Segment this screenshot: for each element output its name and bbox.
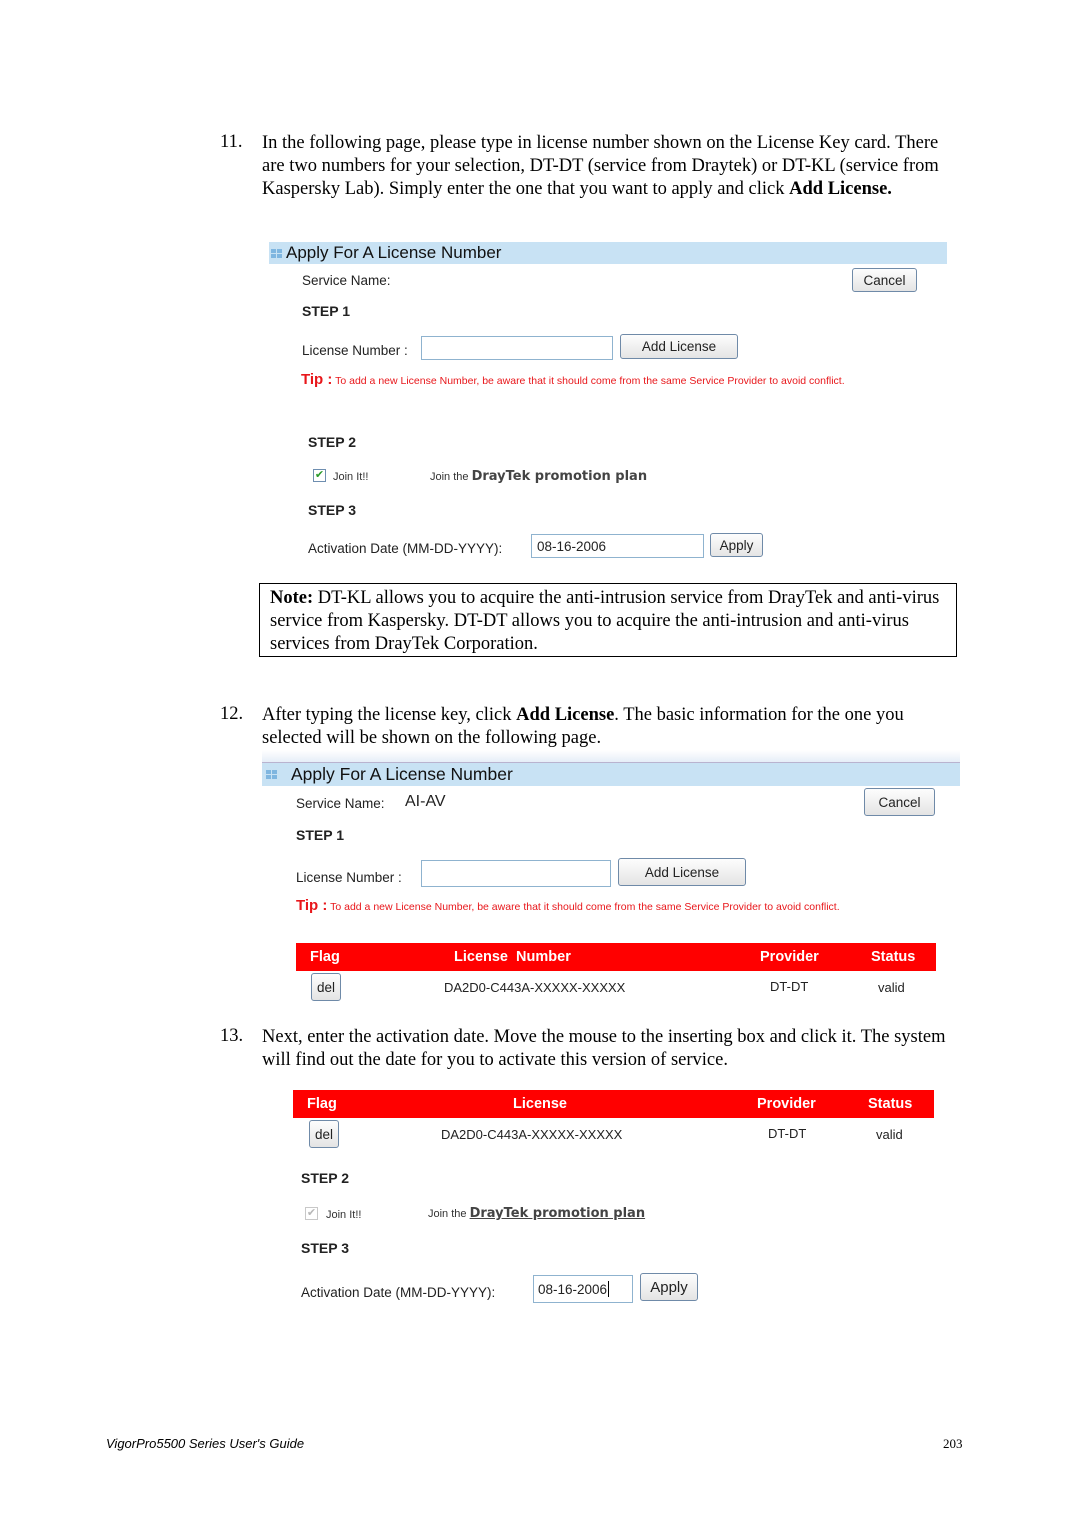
apply-button-1[interactable]: Apply <box>710 533 763 557</box>
col-flag-3: Flag <box>307 1096 337 1112</box>
step-number-12: 12. <box>220 704 244 724</box>
step-number-13: 13. <box>220 1026 244 1046</box>
activation-date-label-3: Activation Date (MM-DD-YYYY): <box>301 1285 496 1300</box>
cancel-button-2[interactable]: Cancel <box>864 788 935 816</box>
step3-heading-1: STEP 3 <box>308 502 356 518</box>
tip-label-2: Tip : <box>296 897 328 914</box>
panel-header-1: Apply For A License Number <box>269 242 947 264</box>
activation-date-label-1: Activation Date (MM-DD-YYYY): <box>308 541 503 556</box>
join-label-1: Join It!! <box>333 471 369 483</box>
tip-body-2: To add a new License Number, be aware th… <box>327 901 840 913</box>
join-the-label-1: Join the <box>430 471 469 483</box>
step-number-11: 11. <box>220 132 243 152</box>
tip-text-1: Tip : To add a new License Number, be aw… <box>301 372 921 389</box>
join-label-3: Join It!! <box>326 1209 362 1221</box>
step1-heading-1: STEP 1 <box>302 303 350 319</box>
join-promo-1: Join the DrayTek promotion plan <box>430 469 647 484</box>
footer-guide-title: VigorPro5500 Series User's Guide <box>106 1436 305 1451</box>
license-table-header-2: Flag License Number Provider Status <box>296 943 936 971</box>
join-promo-3: Join the DrayTek promotion plan <box>428 1206 645 1221</box>
col-status-3: Status <box>868 1096 913 1112</box>
join-checkbox-1[interactable]: ✔ <box>313 469 326 482</box>
promo-plan-link-3[interactable]: DrayTek promotion plan <box>470 1206 645 1221</box>
step-12-bold: Add License <box>516 705 615 725</box>
license-cell-2: DA2D0-C443A-XXXXX-XXXXX <box>444 980 626 995</box>
del-button-3[interactable]: del <box>309 1120 339 1148</box>
license-number-label-2: License Number : <box>296 870 402 885</box>
note-label: Note: <box>270 588 314 608</box>
step-11-bold: Add License. <box>789 179 892 199</box>
col-flag-2: Flag <box>310 949 340 965</box>
note-text: DT-KL allows you to acquire the anti-int… <box>270 588 940 654</box>
status-cell-3: valid <box>876 1127 903 1142</box>
col-license-2: License Number <box>454 949 571 965</box>
cancel-button-1[interactable]: Cancel <box>852 268 917 292</box>
grid-icon <box>271 248 282 258</box>
license-table-header-3: Flag License Provider Status <box>293 1090 934 1118</box>
panel-header-2: Apply For A License Number <box>262 763 960 786</box>
license-cell-3: DA2D0-C443A-XXXXX-XXXXX <box>441 1127 623 1142</box>
add-license-button-1[interactable]: Add License <box>620 334 738 359</box>
join-checkbox-3[interactable]: ✔ <box>305 1207 318 1220</box>
add-license-button-2[interactable]: Add License <box>618 858 746 886</box>
checkmark-icon: ✔ <box>306 1207 317 1219</box>
tip-body-1: To add a new License Number, be aware th… <box>332 375 845 387</box>
checkmark-icon: ✔ <box>314 469 325 481</box>
col-license-3: License <box>513 1096 567 1112</box>
grid-icon <box>266 770 277 779</box>
panel-title-2: Apply For A License Number <box>291 764 513 784</box>
activation-date-value-3: 08-16-2006 <box>538 1281 608 1297</box>
tip-label-1: Tip : <box>301 371 333 388</box>
step2-heading-1: STEP 2 <box>308 434 356 450</box>
step-12-text: After typing the license key, click Add … <box>262 704 962 750</box>
step-13-text: Next, enter the activation date. Move th… <box>262 1027 946 1070</box>
step2-heading-3: STEP 2 <box>301 1170 349 1186</box>
join-the-label-3: Join the <box>428 1208 467 1220</box>
activation-date-input-1[interactable]: 08-16-2006 <box>531 534 704 558</box>
note-box: Note: DT-KL allows you to acquire the an… <box>259 583 957 657</box>
license-number-label-1: License Number : <box>302 343 408 358</box>
tip-text-2: Tip : To add a new License Number, be aw… <box>296 898 936 915</box>
activation-date-input-3[interactable]: 08-16-2006 <box>533 1275 633 1303</box>
provider-cell-2: DT-DT <box>770 979 809 994</box>
status-cell-2: valid <box>878 980 905 995</box>
step1-heading-2: STEP 1 <box>296 827 344 843</box>
step-12-body-1: After typing the license key, click <box>262 705 517 725</box>
text-cursor <box>608 1281 610 1297</box>
col-provider-2: Provider <box>760 949 819 965</box>
step3-heading-3: STEP 3 <box>301 1240 349 1256</box>
service-name-label-2: Service Name: <box>296 796 385 811</box>
step-11-text: In the following page, please type in li… <box>262 132 962 201</box>
service-name-label-1: Service Name: <box>302 273 391 288</box>
del-button-2[interactable]: del <box>311 973 341 1001</box>
promo-plan-text-1: DrayTek promotion plan <box>471 469 648 484</box>
col-provider-3: Provider <box>757 1096 816 1112</box>
license-number-input-1[interactable] <box>421 336 613 360</box>
panel-title-1: Apply For A License Number <box>286 243 502 262</box>
page-number: 203 <box>943 1436 963 1451</box>
panel-top-fade-2 <box>262 750 960 763</box>
apply-button-3[interactable]: Apply <box>640 1273 698 1301</box>
col-status-2: Status <box>871 949 916 965</box>
license-number-input-2[interactable] <box>421 860 611 887</box>
provider-cell-3: DT-DT <box>768 1126 807 1141</box>
service-name-value-2: AI-AV <box>405 793 446 810</box>
